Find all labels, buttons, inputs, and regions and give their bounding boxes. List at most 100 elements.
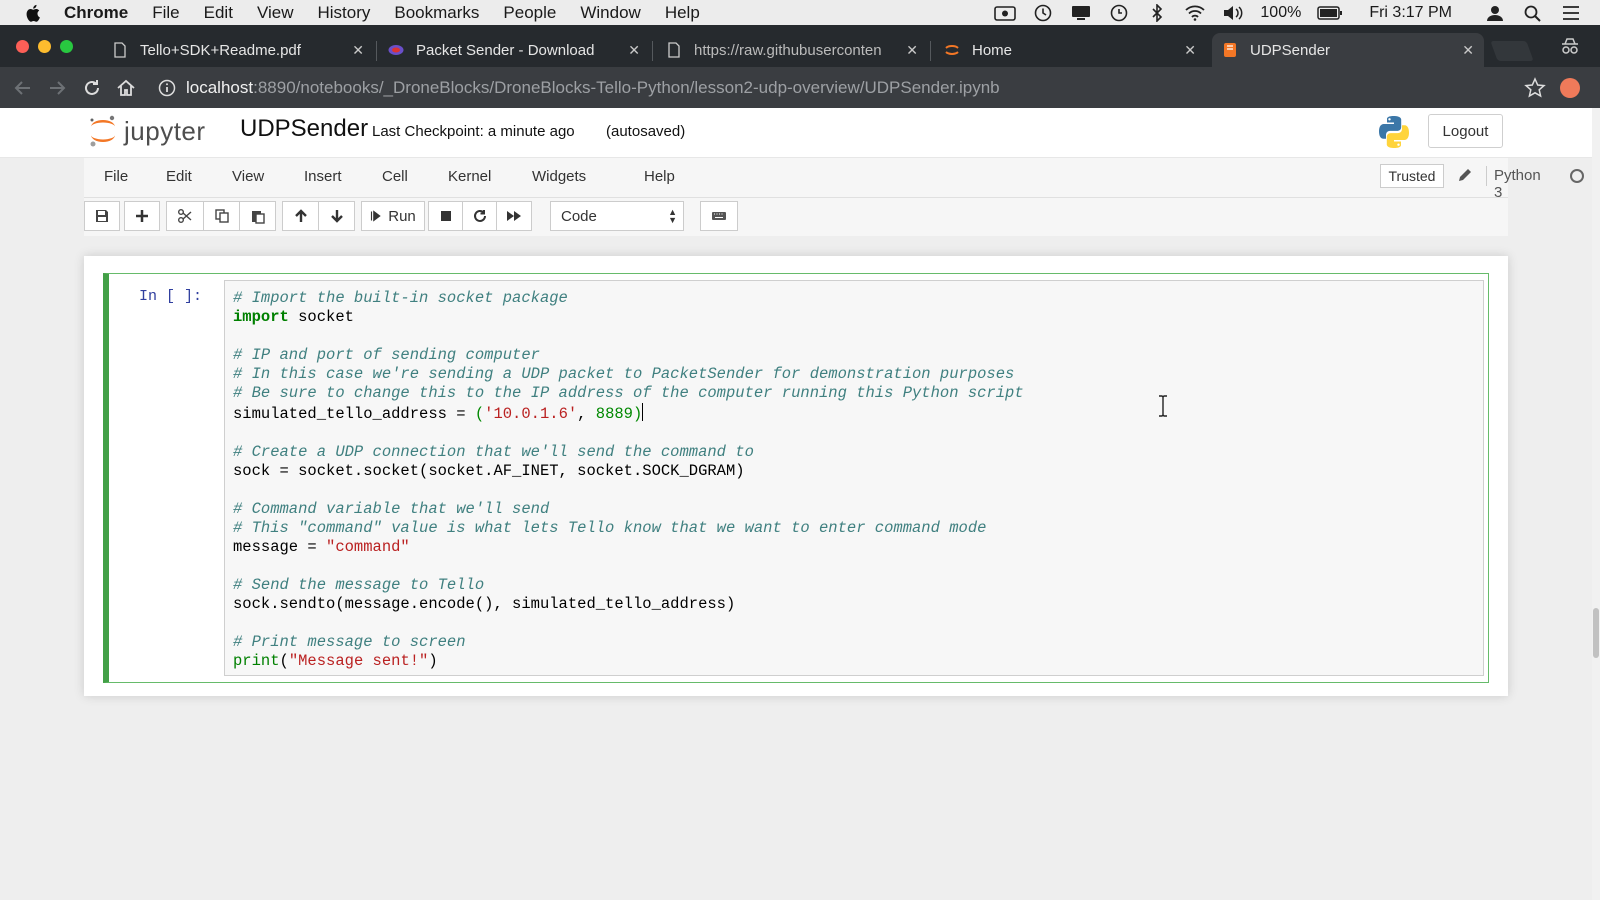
menu-help[interactable]: Help	[665, 3, 700, 23]
incognito-profile-icon[interactable]	[1560, 37, 1580, 55]
autosave-status: (autosaved)	[606, 123, 686, 140]
apple-icon[interactable]	[24, 3, 44, 23]
menu-bookmarks[interactable]: Bookmarks	[394, 3, 479, 23]
menu-people[interactable]: People	[503, 3, 556, 23]
code-cell[interactable]: In [ ]: # Import the built-in socket pac…	[103, 273, 1489, 683]
menu-view[interactable]: View	[257, 3, 294, 23]
menu-window[interactable]: Window	[580, 3, 640, 23]
zoom-window-button[interactable]	[60, 40, 73, 53]
tab-home[interactable]: Home ✕	[944, 33, 1196, 67]
jupyter-wordmark: jupyter	[124, 115, 206, 146]
pencil-icon[interactable]	[1457, 167, 1473, 183]
jupyter-logo[interactable]: jupyter	[88, 114, 206, 148]
notebook-toolbar: Run Code ▲ ▼	[84, 198, 1508, 236]
bookmark-star-icon[interactable]	[1524, 77, 1546, 99]
cell-type-select[interactable]: Code ▲ ▼	[550, 201, 684, 231]
code-comment: # Be sure to change this to the IP addre…	[233, 384, 1024, 402]
menu-chrome[interactable]: Chrome	[64, 3, 128, 23]
code-token: message =	[233, 538, 327, 556]
cut-button[interactable]	[166, 201, 204, 231]
volume-icon[interactable]	[1222, 4, 1244, 22]
close-tab-icon[interactable]: ✕	[352, 42, 364, 59]
code-comment: # Command variable that we'll send	[233, 500, 550, 518]
run-label: Run	[388, 207, 416, 225]
code-token: sock = socket.socket(socket.AF_INET, soc…	[233, 462, 745, 480]
restart-run-all-button[interactable]	[496, 201, 532, 231]
plus-icon	[136, 210, 148, 222]
close-tab-icon[interactable]: ✕	[628, 42, 640, 59]
run-button[interactable]: Run	[361, 201, 425, 231]
logout-button[interactable]: Logout	[1428, 114, 1503, 148]
kernel-name[interactable]: Python 3	[1494, 167, 1541, 201]
interrupt-kernel-button[interactable]	[428, 201, 463, 231]
close-tab-icon[interactable]: ✕	[1462, 42, 1474, 59]
copy-button[interactable]	[203, 201, 240, 231]
move-up-button[interactable]	[282, 201, 319, 231]
tab-github-raw[interactable]: https://raw.githubuserconten ✕	[666, 33, 918, 67]
jmenu-kernel[interactable]: Kernel	[448, 168, 491, 185]
jmenu-edit[interactable]: Edit	[166, 168, 192, 185]
clock-app-icon[interactable]	[1032, 4, 1054, 22]
back-arrow-icon[interactable]	[12, 77, 34, 99]
page-scrollbar[interactable]	[1592, 108, 1600, 900]
jupyter-logo-icon	[90, 115, 115, 147]
extension-icon[interactable]	[1560, 78, 1580, 98]
notification-center-icon[interactable]	[1560, 4, 1582, 22]
tab-packet-sender[interactable]: Packet Sender - Download ✕	[388, 33, 640, 67]
tab-tello-readme[interactable]: Tello+SDK+Readme.pdf ✕	[112, 33, 364, 67]
menu-edit[interactable]: Edit	[204, 3, 233, 23]
wifi-icon[interactable]	[1184, 4, 1206, 22]
time-machine-icon[interactable]	[1108, 4, 1130, 22]
user-icon[interactable]	[1484, 4, 1506, 22]
menu-history[interactable]: History	[317, 3, 370, 23]
display-icon[interactable]	[1070, 4, 1092, 22]
restart-kernel-button[interactable]	[462, 201, 497, 231]
info-icon[interactable]	[158, 79, 176, 97]
reload-icon[interactable]	[81, 77, 103, 99]
code-editor[interactable]: # Import the built-in socket package imp…	[224, 280, 1484, 676]
notebook-name[interactable]: UDPSender	[240, 115, 368, 143]
bluetooth-icon[interactable]	[1146, 3, 1168, 22]
arrow-up-icon	[294, 209, 307, 222]
save-button[interactable]	[84, 201, 120, 231]
screen-record-icon[interactable]	[994, 4, 1017, 22]
minimize-window-button[interactable]	[38, 40, 51, 53]
address-bar[interactable]: localhost:8890/notebooks/_DroneBlocks/Dr…	[150, 72, 1500, 104]
insert-cell-button[interactable]	[124, 201, 160, 231]
code-text[interactable]: # Import the built-in socket package imp…	[233, 289, 1024, 671]
code-token: simulated_tello_address =	[233, 405, 475, 423]
jupyter-icon	[945, 45, 959, 55]
jmenu-help[interactable]: Help	[644, 168, 675, 185]
checkpoint-status: Last Checkpoint: a minute ago	[372, 123, 575, 140]
close-window-button[interactable]	[16, 40, 29, 53]
save-icon	[96, 210, 108, 222]
url-path: :8890/notebooks/_DroneBlocks/DroneBlocks…	[253, 78, 1000, 97]
tab-udpsender[interactable]: UDPSender ✕	[1212, 33, 1484, 67]
code-comment: # Create a UDP connection that we'll sen…	[233, 443, 754, 461]
copy-icon	[214, 209, 229, 223]
home-icon[interactable]	[115, 77, 137, 99]
jmenu-view[interactable]: View	[232, 168, 264, 185]
jmenu-widgets[interactable]: Widgets	[532, 168, 586, 185]
scrollbar-thumb[interactable]	[1593, 608, 1599, 658]
forward-arrow-icon[interactable]	[46, 77, 68, 99]
paste-button[interactable]	[239, 201, 276, 231]
jmenu-insert[interactable]: Insert	[304, 168, 342, 185]
jmenu-file[interactable]: File	[104, 168, 128, 185]
code-token: )	[428, 652, 438, 670]
jmenu-cell[interactable]: Cell	[382, 168, 408, 185]
tab-divider	[376, 41, 377, 61]
menu-file[interactable]: File	[152, 3, 179, 23]
input-prompt: In [ ]:	[139, 288, 203, 305]
menubar-clock[interactable]: Fri 3:17 PM	[1369, 4, 1452, 22]
close-tab-icon[interactable]: ✕	[906, 42, 918, 59]
code-string: "command"	[326, 538, 410, 556]
trusted-indicator[interactable]: Trusted	[1380, 164, 1444, 188]
spotlight-search-icon[interactable]	[1522, 4, 1544, 22]
battery-icon[interactable]	[1317, 4, 1343, 22]
command-palette-button[interactable]	[700, 201, 738, 231]
close-tab-icon[interactable]: ✕	[1184, 42, 1196, 59]
python-logo-icon	[1379, 116, 1409, 148]
move-down-button[interactable]	[318, 201, 355, 231]
new-tab-button[interactable]	[1490, 41, 1534, 61]
